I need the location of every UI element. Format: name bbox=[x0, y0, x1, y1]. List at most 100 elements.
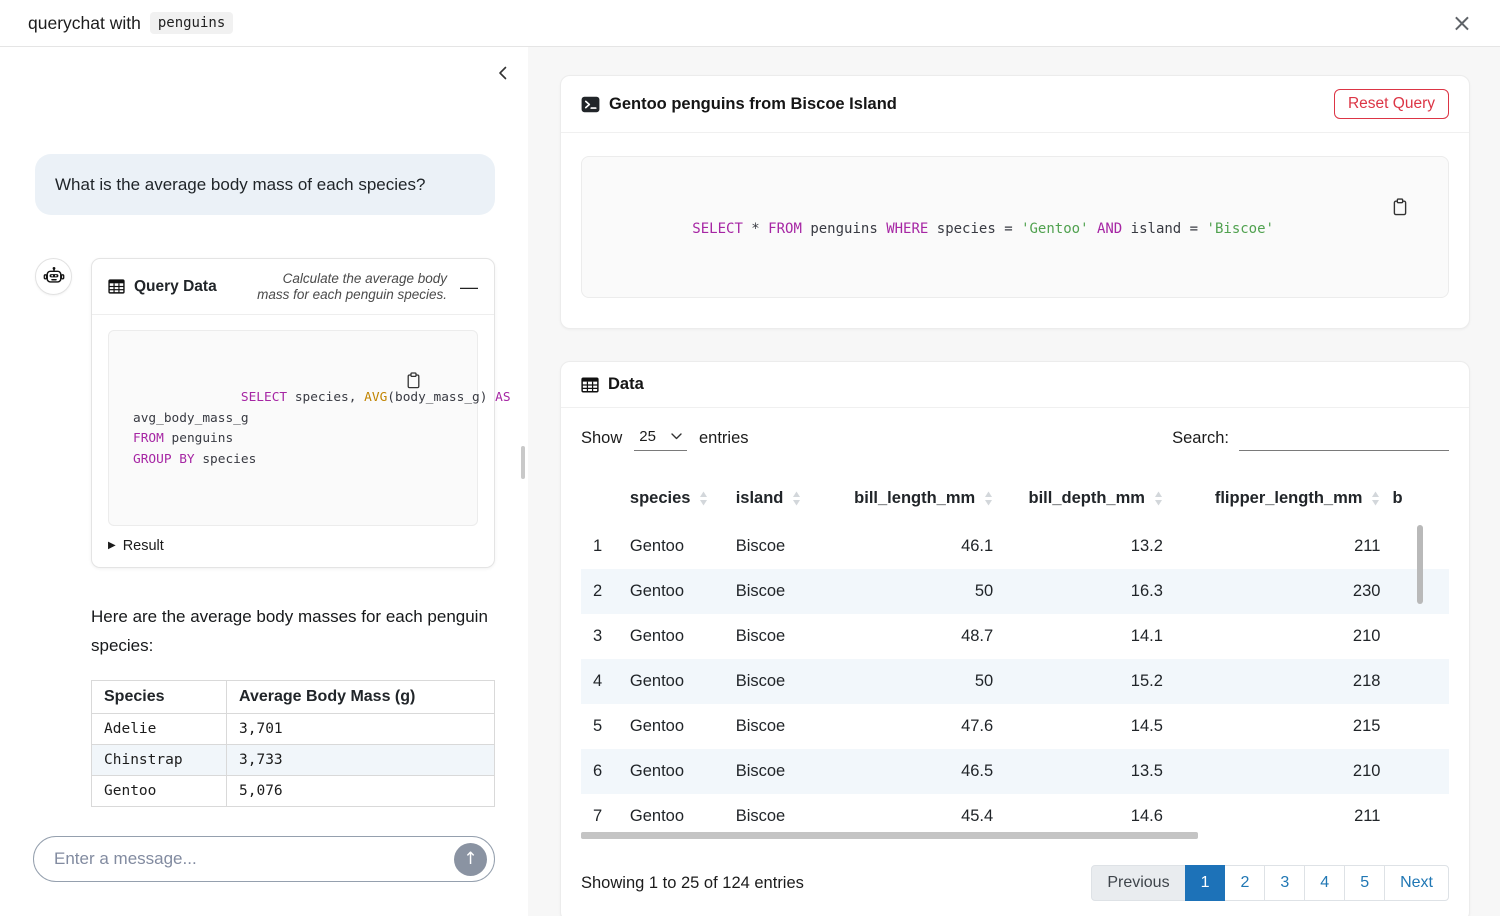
answer-table-cell: 3,733 bbox=[227, 744, 495, 775]
assistant-avatar bbox=[35, 258, 72, 295]
page-2-button[interactable]: 2 bbox=[1224, 865, 1265, 901]
data-table-cell: Biscoe bbox=[730, 614, 830, 659]
data-card-header: Data bbox=[561, 362, 1469, 408]
copy-icon[interactable] bbox=[1390, 166, 1438, 248]
table-icon bbox=[108, 278, 125, 295]
data-table-cell: 210 bbox=[1169, 749, 1387, 794]
answer-table-row: Gentoo5,076 bbox=[92, 775, 495, 806]
data-card: Data Show 25 entries bbox=[560, 361, 1470, 916]
data-table-cell: Biscoe bbox=[730, 749, 830, 794]
app-title: querychat with penguins bbox=[28, 12, 233, 34]
data-table-cell: Biscoe bbox=[730, 524, 830, 569]
horizontal-scrollbar[interactable] bbox=[581, 832, 1198, 839]
chat-scrollbar[interactable] bbox=[521, 446, 525, 479]
sort-icon bbox=[1154, 491, 1163, 506]
column-header-flipper_length_mm[interactable]: flipper_length_mm bbox=[1169, 481, 1387, 524]
entries-label: entries bbox=[699, 429, 749, 448]
column-header-bill_length_mm[interactable]: bill_length_mm bbox=[829, 481, 999, 524]
data-table-cell: 5 bbox=[581, 704, 617, 749]
data-table-cell bbox=[1386, 659, 1449, 704]
data-table-cell: Gentoo bbox=[617, 524, 730, 569]
sort-icon bbox=[1371, 491, 1380, 506]
sql-code-block: SELECT species, AVG(body_mass_g) AS avg_… bbox=[108, 330, 478, 526]
page-5-button[interactable]: 5 bbox=[1344, 865, 1385, 901]
pagination: Previous12345Next bbox=[1091, 865, 1449, 901]
data-table-cell: 14.5 bbox=[999, 704, 1169, 749]
close-icon[interactable]: × bbox=[1452, 11, 1472, 35]
data-table-cell: Gentoo bbox=[617, 659, 730, 704]
data-table-cell: Biscoe bbox=[730, 704, 830, 749]
answer-table-cell: Chinstrap bbox=[92, 744, 227, 775]
column-header-rownum bbox=[581, 481, 617, 524]
data-table-row: 2GentooBiscoe5016.3230 bbox=[581, 569, 1449, 614]
data-table-cell: Biscoe bbox=[730, 659, 830, 704]
page-1-button[interactable]: 1 bbox=[1185, 865, 1226, 901]
answer-table-cell: Gentoo bbox=[92, 775, 227, 806]
search-control: Search: bbox=[1172, 426, 1449, 451]
answer-table: SpeciesAverage Body Mass (g)Adelie3,701C… bbox=[91, 680, 495, 807]
result-label: Result bbox=[123, 538, 164, 554]
sort-icon bbox=[699, 491, 708, 506]
answer-table-cell: 5,076 bbox=[227, 775, 495, 806]
page-3-button[interactable]: 3 bbox=[1264, 865, 1305, 901]
data-table-cell bbox=[1386, 749, 1449, 794]
data-table-row: 6GentooBiscoe46.513.5210 bbox=[581, 749, 1449, 794]
collapse-sidebar-icon[interactable] bbox=[492, 61, 514, 85]
data-table-row: 5GentooBiscoe47.614.5215 bbox=[581, 704, 1449, 749]
column-header-species[interactable]: species bbox=[617, 481, 730, 524]
page-next-button[interactable]: Next bbox=[1384, 865, 1449, 901]
answer-table-cell: 3,701 bbox=[227, 713, 495, 744]
page-previous-button[interactable]: Previous bbox=[1091, 865, 1185, 901]
user-message-bubble: What is the average body mass of each sp… bbox=[35, 154, 495, 215]
robot-icon bbox=[43, 266, 65, 288]
column-header-bill_depth_mm[interactable]: bill_depth_mm bbox=[999, 481, 1169, 524]
data-table-cell: Gentoo bbox=[617, 614, 730, 659]
data-table-cell: 50 bbox=[829, 569, 999, 614]
reset-query-button[interactable]: Reset Query bbox=[1334, 89, 1449, 119]
tool-subtitle: Calculate the average body mass for each… bbox=[247, 271, 447, 302]
data-table-row: 4GentooBiscoe5015.2218 bbox=[581, 659, 1449, 704]
data-table-cell: 48.7 bbox=[829, 614, 999, 659]
data-table-row: 1GentooBiscoe46.113.2211 bbox=[581, 524, 1449, 569]
tool-title: Query Data bbox=[134, 278, 217, 296]
show-label: Show bbox=[581, 429, 622, 448]
data-table-cell: 14.1 bbox=[999, 614, 1169, 659]
data-table-cell: 2 bbox=[581, 569, 617, 614]
sort-icon bbox=[792, 491, 801, 506]
page-4-button[interactable]: 4 bbox=[1304, 865, 1345, 901]
table-icon bbox=[581, 376, 599, 394]
page-size-value: 25 bbox=[639, 428, 656, 445]
data-table-cell: 16.3 bbox=[999, 569, 1169, 614]
collapse-tool-icon[interactable]: — bbox=[460, 278, 478, 296]
message-input[interactable] bbox=[54, 849, 454, 869]
send-button[interactable]: ↑ bbox=[454, 843, 487, 876]
sql-code: SELECT * FROM penguins WHERE species = '… bbox=[692, 221, 1274, 237]
search-input[interactable] bbox=[1239, 426, 1449, 451]
vertical-scrollbar[interactable] bbox=[1417, 525, 1423, 604]
dataset-badge: penguins bbox=[150, 12, 233, 34]
chevron-left-icon bbox=[496, 65, 510, 81]
data-table-cell: 15.2 bbox=[999, 659, 1169, 704]
copy-icon[interactable] bbox=[404, 340, 467, 421]
column-header-island[interactable]: island bbox=[730, 481, 830, 524]
answer-table-header: Average Body Mass (g) bbox=[227, 680, 495, 713]
query-title: Gentoo penguins from Biscoe Island bbox=[609, 95, 897, 114]
answer-table-header: Species bbox=[92, 680, 227, 713]
page-size-select[interactable]: 25 bbox=[634, 426, 687, 451]
app-title-text: querychat with bbox=[28, 13, 141, 34]
answer-table-row: Adelie3,701 bbox=[92, 713, 495, 744]
data-table-cell: 215 bbox=[1169, 704, 1387, 749]
data-table-cell: 211 bbox=[1169, 794, 1387, 839]
column-header-b: b bbox=[1386, 481, 1449, 524]
terminal-icon bbox=[581, 95, 600, 114]
query-card: Gentoo penguins from Biscoe Island Reset… bbox=[560, 75, 1470, 329]
chat-sidebar: What is the average body mass of each sp… bbox=[0, 47, 528, 916]
search-label: Search: bbox=[1172, 429, 1229, 448]
result-expander[interactable]: ▶ Result bbox=[108, 538, 478, 554]
data-table-cell: 13.2 bbox=[999, 524, 1169, 569]
data-table-cell: 13.5 bbox=[999, 749, 1169, 794]
tool-call-card: Query Data Calculate the average body ma… bbox=[91, 258, 495, 568]
answer-table-cell: Adelie bbox=[92, 713, 227, 744]
data-table-cell bbox=[1386, 794, 1449, 839]
data-table-cell bbox=[1386, 614, 1449, 659]
